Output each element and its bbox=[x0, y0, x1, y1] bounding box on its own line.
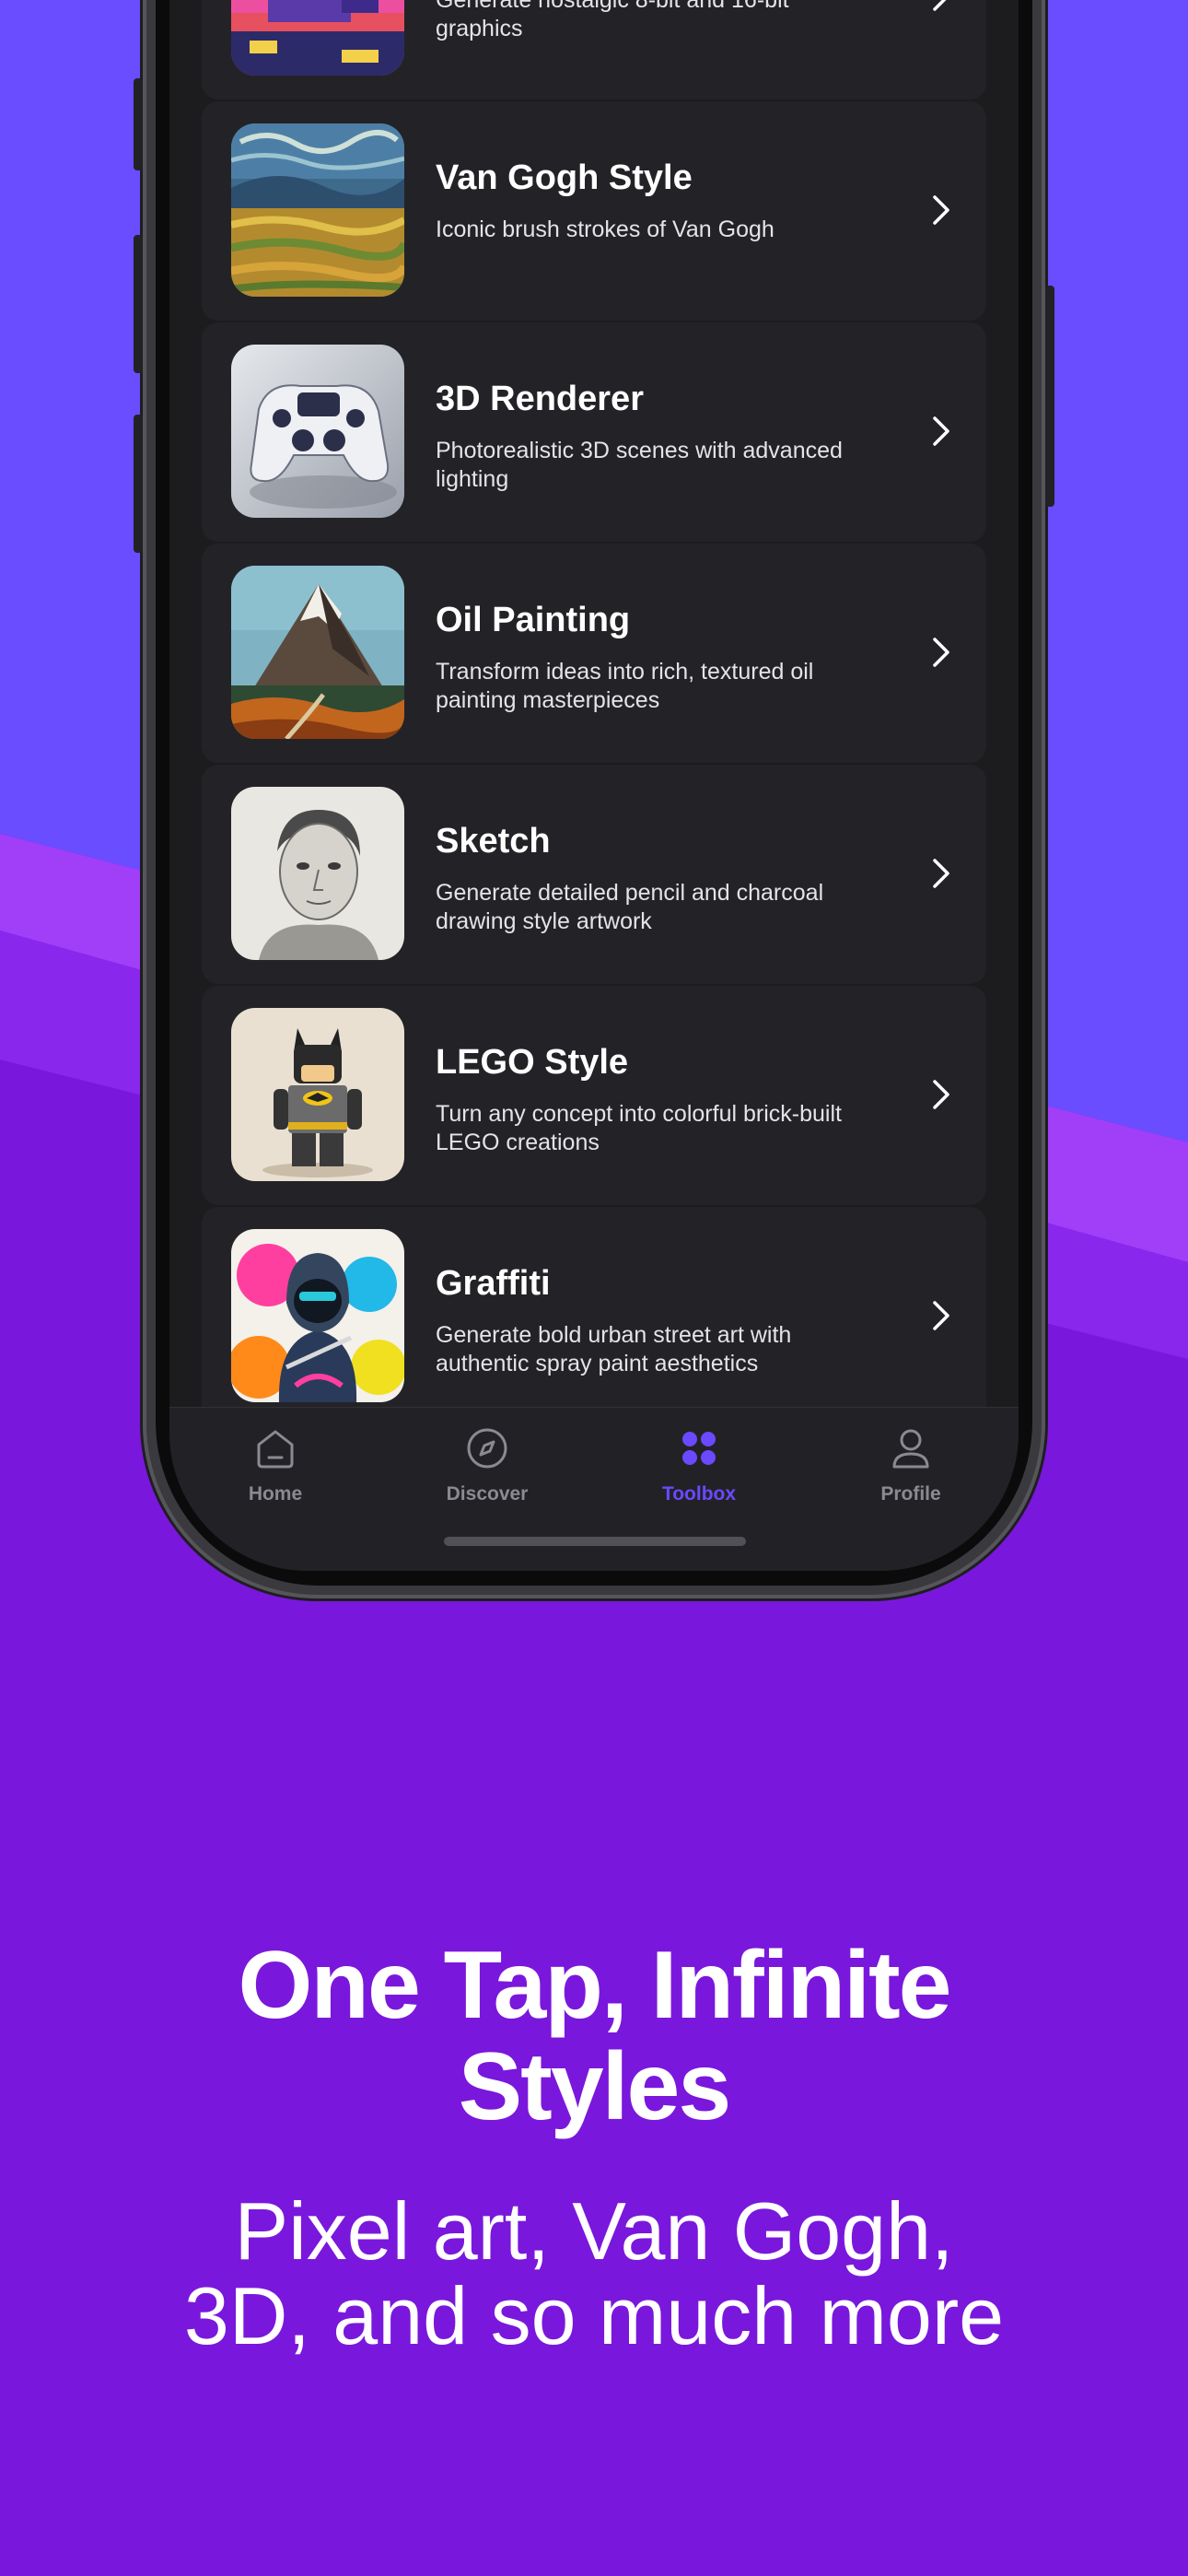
tab-profile[interactable]: Profile bbox=[805, 1424, 1017, 1505]
item-title: Van Gogh Style bbox=[436, 158, 693, 197]
item-description: Iconic brush strokes of Van Gogh bbox=[436, 217, 775, 242]
list-item[interactable]: Van Gogh Style Iconic brush strokes of V… bbox=[202, 101, 986, 321]
item-description: Generate nostalgic 8-bit and 16-bit grap… bbox=[436, 0, 789, 41]
style-list: Generate nostalgic 8-bit and 16-bit grap… bbox=[202, 0, 986, 1428]
tab-label: Discover bbox=[446, 1483, 529, 1505]
item-title: LEGO Style bbox=[436, 1043, 629, 1082]
game-controller-image bbox=[231, 345, 404, 518]
list-item[interactable]: Graffiti Generate bold urban street art … bbox=[202, 1207, 986, 1426]
tab-label: Toolbox bbox=[661, 1483, 737, 1505]
item-description: Generate detailed pencil and charcoal dr… bbox=[436, 880, 824, 934]
chevron-right-icon bbox=[933, 638, 949, 667]
chevron-right-icon bbox=[933, 859, 949, 888]
pencil-portrait-image bbox=[231, 787, 404, 960]
item-title: Sketch bbox=[436, 822, 551, 861]
van-gogh-landscape-image bbox=[231, 123, 404, 297]
compass-icon bbox=[467, 1428, 507, 1469]
grid-dots-icon bbox=[682, 1432, 716, 1465]
item-title: Oil Painting bbox=[436, 601, 631, 639]
graffiti-ninja-image bbox=[231, 1229, 404, 1402]
phone-side-button bbox=[134, 235, 143, 373]
marketing-headline: One Tap, Infinite Styles bbox=[238, 1932, 952, 2140]
phone-side-button bbox=[134, 415, 143, 553]
pixel-dragon-image bbox=[231, 0, 404, 76]
tab-home[interactable]: Home bbox=[169, 1424, 381, 1505]
tab-discover[interactable]: Discover bbox=[381, 1424, 593, 1505]
list-item[interactable]: Oil Painting Transform ideas into rich, … bbox=[202, 544, 986, 763]
mountain-painting-image bbox=[231, 566, 404, 739]
tab-label: Home bbox=[248, 1483, 303, 1505]
lego-batman-image bbox=[231, 1008, 404, 1181]
phone-side-button bbox=[134, 78, 143, 170]
chevron-right-icon bbox=[933, 1080, 949, 1109]
list-item[interactable]: Sketch Generate detailed pencil and char… bbox=[202, 765, 986, 984]
item-description: Generate bold urban street art with auth… bbox=[436, 1322, 792, 1376]
item-title: 3D Renderer bbox=[436, 380, 644, 418]
item-title: Graffiti bbox=[436, 1264, 551, 1303]
tab-toolbox[interactable]: Toolbox bbox=[593, 1424, 805, 1505]
home-indicator bbox=[444, 1537, 746, 1546]
chevron-right-icon bbox=[933, 195, 949, 225]
home-icon bbox=[257, 1430, 294, 1469]
item-description: Transform ideas into rich, textured oil … bbox=[436, 659, 814, 713]
phone-side-button bbox=[1045, 286, 1054, 507]
chevron-right-icon bbox=[933, 416, 949, 446]
tab-label: Profile bbox=[880, 1483, 941, 1505]
chevron-right-icon bbox=[933, 1301, 949, 1330]
app-screen: Generate nostalgic 8-bit and 16-bit grap… bbox=[169, 0, 1019, 1571]
item-description: Turn any concept into colorful brick-bui… bbox=[436, 1101, 842, 1155]
person-icon bbox=[892, 1429, 929, 1469]
list-item[interactable]: 3D Renderer Photorealistic 3D scenes wit… bbox=[202, 322, 986, 542]
list-item[interactable]: Generate nostalgic 8-bit and 16-bit grap… bbox=[202, 0, 986, 100]
marketing-subline: Pixel art, Van Gogh, 3D, and so much mor… bbox=[183, 2185, 1005, 2361]
list-item[interactable]: LEGO Style Turn any concept into colorfu… bbox=[202, 986, 986, 1205]
chevron-right-icon bbox=[933, 0, 947, 11]
tab-bar: Home Discover Toolbox Profile bbox=[169, 1407, 1019, 1571]
item-description: Photorealistic 3D scenes with advanced l… bbox=[436, 438, 843, 492]
